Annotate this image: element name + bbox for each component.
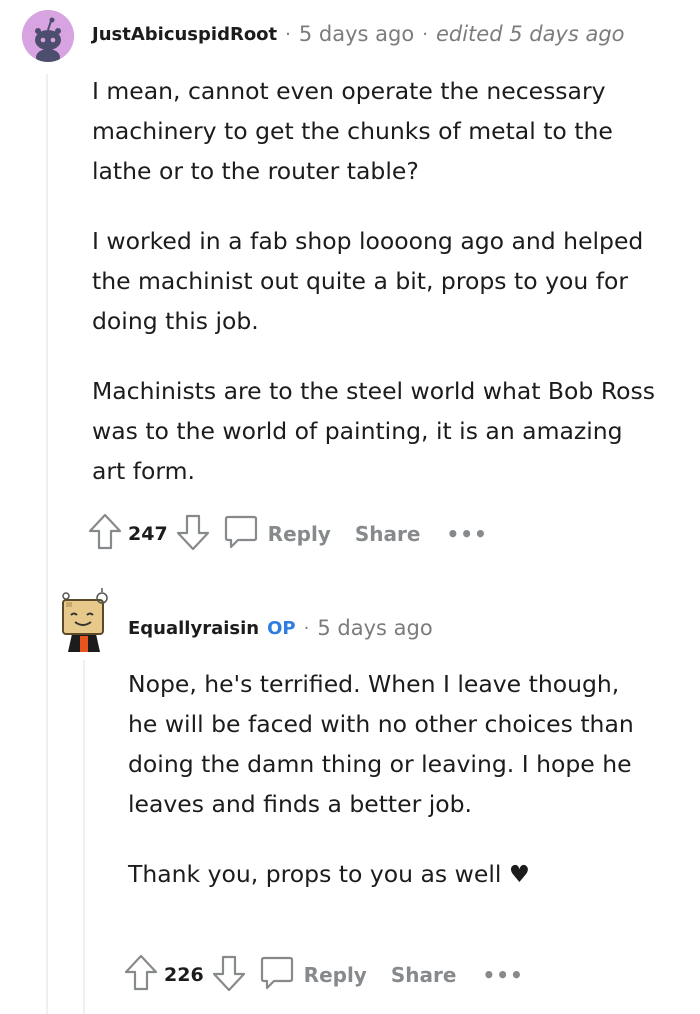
arrow-up-icon[interactable] [124,954,158,996]
comment-actions: 226 Reply Share ••• [124,954,524,996]
comment-body: I mean, cannot even operate the necessar… [92,71,662,521]
comment-paragraph: Nope, he's terrified. When I leave thoug… [128,670,634,818]
more-options-button[interactable]: ••• [482,963,523,987]
reply-button[interactable]: Reply [268,522,331,546]
share-button[interactable]: Share [355,522,421,546]
author-name[interactable]: JustAbicuspidRoot [92,24,277,45]
thread-line-reply[interactable] [83,660,85,1014]
timestamp[interactable]: 5 days ago [317,616,432,640]
speech-bubble-icon[interactable] [260,955,294,995]
edited-label: edited 5 days ago [435,22,625,46]
author-name[interactable]: Equallyraisin [128,618,259,639]
timestamp[interactable]: 5 days ago [299,22,414,46]
thread-line[interactable] [46,74,48,1014]
speech-bubble-icon[interactable] [224,514,258,554]
arrow-down-icon[interactable] [176,513,210,555]
box-head-avatar-icon [62,588,108,652]
comment-header: JustAbicuspidRoot · 5 days ago · edited … [92,22,625,46]
arrow-up-icon[interactable] [88,513,122,555]
separator: · [285,23,291,45]
reply-button[interactable]: Reply [304,963,367,987]
comment-paragraph: Thank you, props to you as well ♥ [128,860,530,888]
more-options-button[interactable]: ••• [446,522,487,546]
avatar[interactable] [58,588,110,652]
comment-paragraph: Machinists are to the steel world what B… [92,377,655,485]
reddit-snoo-avatar-icon [22,10,74,62]
vote-count: 226 [164,964,204,986]
share-button[interactable]: Share [391,963,457,987]
vote-count: 247 [128,523,168,545]
comment-header: Equallyraisin OP · 5 days ago [128,616,433,640]
comment-actions: 247 Reply Share ••• [88,513,488,555]
op-badge: OP [267,617,296,639]
separator: · [303,617,310,639]
comment-paragraph: I worked in a fab shop loooong ago and h… [92,227,644,335]
comment-paragraph: I mean, cannot even operate the necessar… [92,77,613,185]
comment-body: Nope, he's terrified. When I leave thoug… [128,664,648,924]
separator: · [422,23,428,45]
arrow-down-icon[interactable] [212,954,246,996]
avatar[interactable] [22,10,74,62]
